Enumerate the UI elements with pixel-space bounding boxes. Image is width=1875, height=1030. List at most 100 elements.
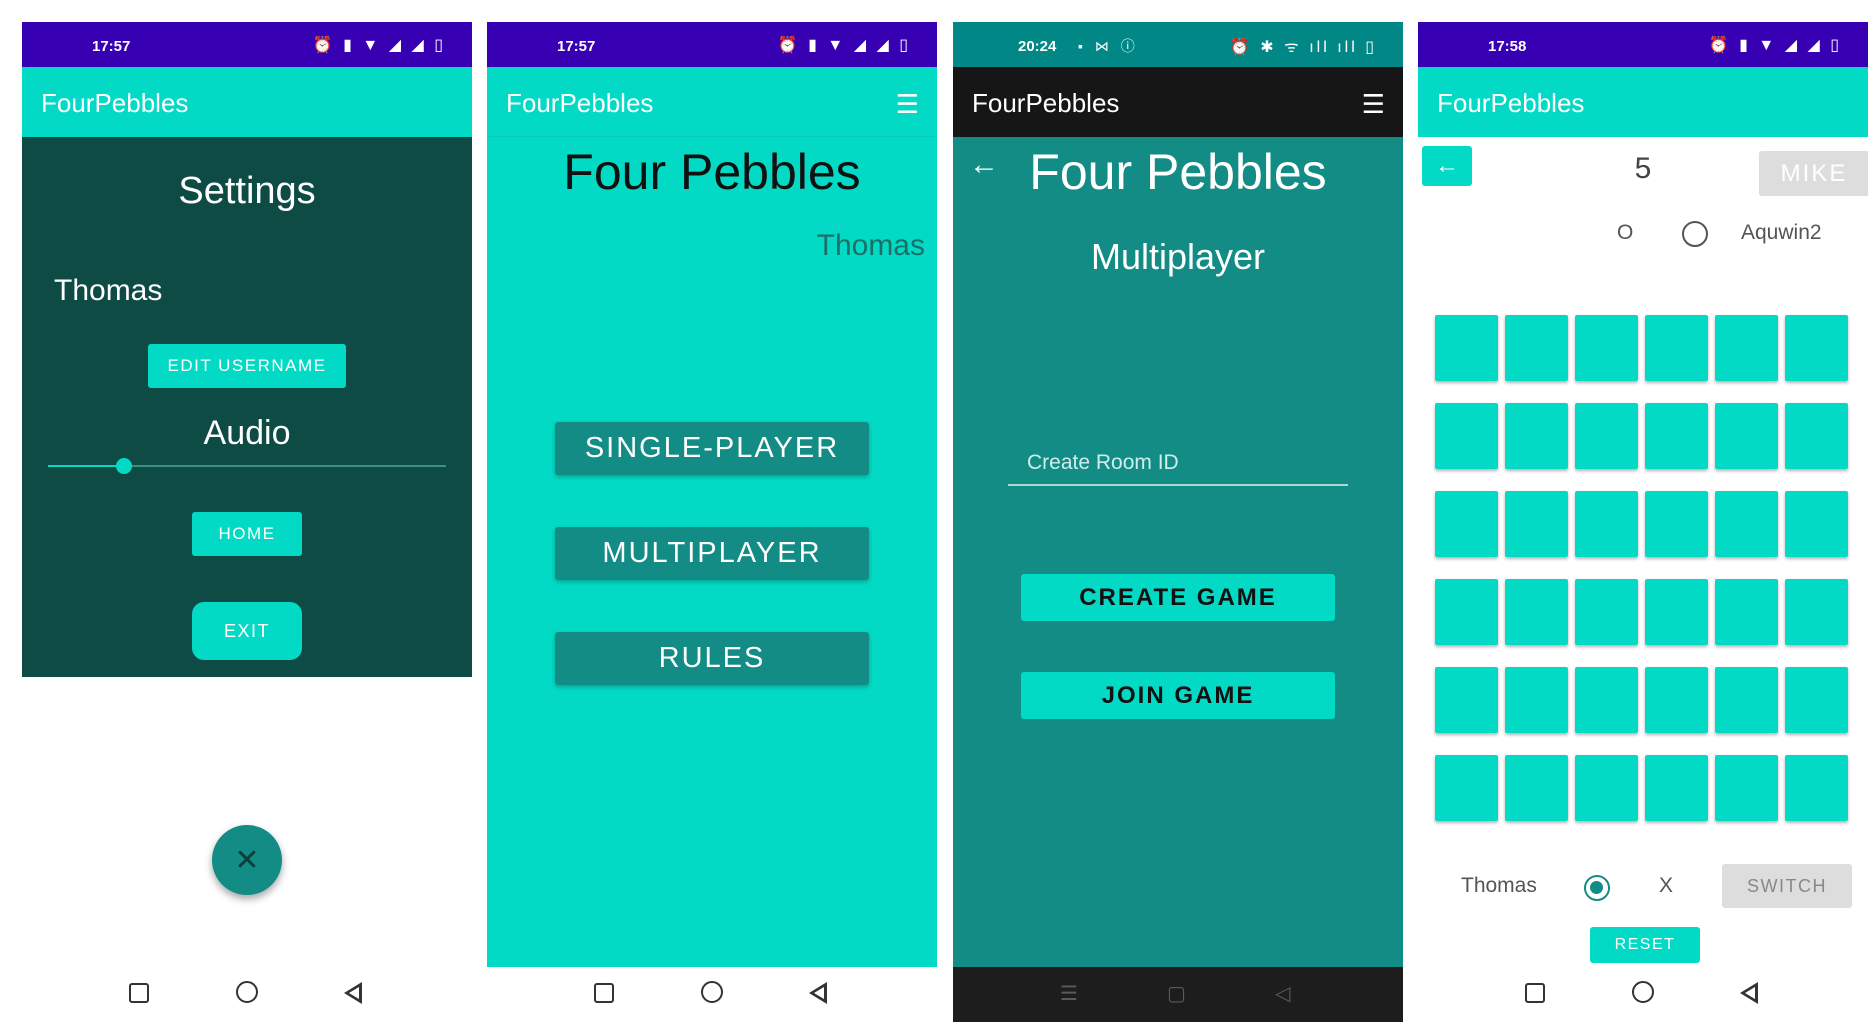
app-bar: FourPebbles ☰ <box>487 67 937 137</box>
board-cell[interactable] <box>1575 667 1638 733</box>
back-nav-icon[interactable] <box>1740 982 1758 1004</box>
board-cell[interactable] <box>1505 315 1568 381</box>
app-bar: FourPebbles <box>22 67 472 137</box>
board-cell[interactable] <box>1645 755 1708 821</box>
app-bar: FourPebbles ☰ <box>953 67 1403 137</box>
hamburger-menu-icon[interactable]: ☰ <box>896 91 919 117</box>
recents-icon[interactable] <box>594 983 614 1003</box>
opponent-mark: O <box>1617 221 1634 244</box>
board-cell[interactable] <box>1505 491 1568 557</box>
player-name-label: Thomas <box>816 229 925 262</box>
board-cell[interactable] <box>1575 579 1638 645</box>
board-cell[interactable] <box>1785 403 1848 469</box>
board-cell[interactable] <box>1505 579 1568 645</box>
back-nav-icon[interactable] <box>344 982 362 1004</box>
system-nav-bar <box>22 967 472 1022</box>
board-cell[interactable] <box>1435 403 1498 469</box>
board-cell[interactable] <box>1575 315 1638 381</box>
switch-button[interactable]: SWITCH <box>1722 864 1852 908</box>
board-cell[interactable] <box>1435 667 1498 733</box>
app-bar: FourPebbles <box>1418 67 1868 137</box>
board-cell[interactable] <box>1785 579 1848 645</box>
slider-thumb[interactable] <box>115 458 132 474</box>
status-icons: ⏰ ✱ ᯤ ıll ıll ▯ <box>1229 39 1377 56</box>
status-time: 17:58 <box>1488 38 1527 55</box>
board-cell[interactable] <box>1645 403 1708 469</box>
board-cell[interactable] <box>1505 667 1568 733</box>
board-cell[interactable] <box>1435 491 1498 557</box>
menu-nav-icon[interactable]: ☰ <box>1060 981 1078 1006</box>
join-game-button[interactable]: JOIN GAME <box>1021 672 1335 719</box>
board-cell[interactable] <box>1715 667 1778 733</box>
board-cell[interactable] <box>1575 755 1638 821</box>
board-cell[interactable] <box>1645 491 1708 557</box>
app-title: FourPebbles <box>506 88 654 118</box>
board-cell[interactable] <box>1715 315 1778 381</box>
hamburger-menu-icon[interactable]: ☰ <box>1362 91 1385 117</box>
status-bar: 17:58 ⏰ ▮ ▼ ◢ ◢ ▯ <box>1418 22 1868 67</box>
settings-screen: 17:57 ⏰ ▮ ▼ ◢ ◢ ▯ FourPebbles Settings T… <box>22 22 472 1022</box>
status-time: 20:24 <box>1018 38 1057 55</box>
create-game-button[interactable]: CREATE GAME <box>1021 574 1335 621</box>
board-cell[interactable] <box>1575 491 1638 557</box>
home-screen: 17:57 ⏰ ▮ ▼ ◢ ◢ ▯ FourPebbles ☰ Four Peb… <box>487 22 937 1022</box>
board-cell[interactable] <box>1505 403 1568 469</box>
player-radio[interactable] <box>1584 875 1610 901</box>
board-cell[interactable] <box>1715 755 1778 821</box>
board-cell[interactable] <box>1715 491 1778 557</box>
board-cell[interactable] <box>1435 755 1498 821</box>
board-cell[interactable] <box>1575 403 1638 469</box>
board-cell[interactable] <box>1505 755 1568 821</box>
multiplayer-button[interactable]: MULTIPLAYER <box>555 527 869 580</box>
opponent-button[interactable]: MIKE <box>1759 151 1868 196</box>
notification-icons: ▪ ⋈ ⓘ <box>1078 38 1139 54</box>
board-cell[interactable] <box>1715 403 1778 469</box>
close-icon: ✕ <box>234 843 260 877</box>
board-cell[interactable] <box>1715 579 1778 645</box>
page-title: Four Pebbles <box>1029 144 1327 200</box>
back-nav-icon[interactable] <box>809 982 827 1004</box>
status-bar: 17:57 ⏰ ▮ ▼ ◢ ◢ ▯ <box>487 22 937 67</box>
board-cell[interactable] <box>1435 579 1498 645</box>
recents-icon[interactable] <box>1525 983 1545 1003</box>
board-cell[interactable] <box>1435 315 1498 381</box>
board-cell[interactable] <box>1785 667 1848 733</box>
multiplayer-screen: 20:24 ▪ ⋈ ⓘ ⏰ ✱ ᯤ ıll ıll ▯ FourPebbles … <box>953 22 1403 1022</box>
app-title: FourPebbles <box>972 88 1120 118</box>
board-cell[interactable] <box>1785 315 1848 381</box>
home-nav-icon[interactable] <box>701 981 723 1003</box>
back-nav-icon[interactable]: ◁ <box>1275 981 1290 1006</box>
reset-button[interactable]: RESET <box>1590 927 1700 963</box>
room-id-input[interactable] <box>1008 442 1348 486</box>
opponent-name: Aquwin2 <box>1741 221 1822 244</box>
home-nav-icon[interactable] <box>1632 981 1654 1003</box>
close-fab-button[interactable]: ✕ <box>212 825 282 895</box>
status-icons: ⏰ ▮ ▼ ◢ ◢ ▯ <box>1708 37 1842 54</box>
single-player-button[interactable]: SINGLE-PLAYER <box>555 422 869 475</box>
page-title: Four Pebbles <box>563 144 861 200</box>
status-time: 17:57 <box>92 38 131 55</box>
home-nav-icon[interactable]: ▢ <box>1167 981 1186 1006</box>
opponent-radio[interactable] <box>1682 221 1708 247</box>
board-cell[interactable] <box>1645 315 1708 381</box>
username-label: Thomas <box>54 274 163 307</box>
rules-button[interactable]: RULES <box>555 632 869 685</box>
exit-button[interactable]: EXIT <box>192 602 302 660</box>
recents-icon[interactable] <box>129 983 149 1003</box>
board-cell[interactable] <box>1645 579 1708 645</box>
board-cell[interactable] <box>1645 667 1708 733</box>
home-button[interactable]: HOME <box>192 512 302 556</box>
app-title: FourPebbles <box>41 88 189 118</box>
board-cell[interactable] <box>1785 755 1848 821</box>
player-mark: X <box>1659 874 1674 897</box>
audio-volume-slider[interactable] <box>48 458 446 474</box>
system-nav-bar <box>487 967 937 1022</box>
settings-heading: Settings <box>178 170 316 212</box>
home-nav-icon[interactable] <box>236 981 258 1003</box>
settings-panel <box>22 137 472 677</box>
edit-username-button[interactable]: EDIT USERNAME <box>148 344 346 388</box>
slider-fill <box>48 465 124 467</box>
status-time: 17:57 <box>557 38 596 55</box>
board-cell[interactable] <box>1785 491 1848 557</box>
audio-heading: Audio <box>203 414 291 452</box>
